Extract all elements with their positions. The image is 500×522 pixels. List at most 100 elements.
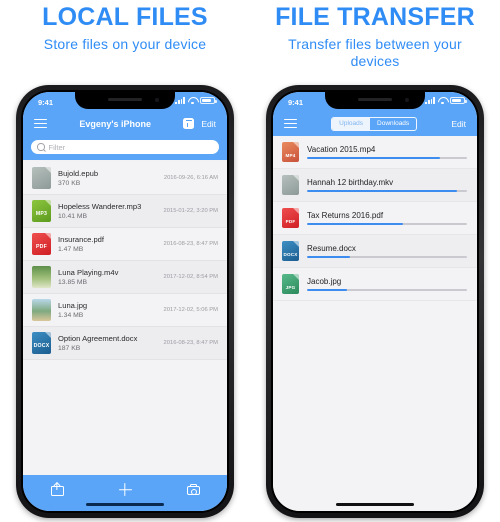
file-type-icon [32, 167, 51, 189]
search-input[interactable]: Filter [31, 140, 219, 154]
panel-subtitle-local-files: Store files on your device [43, 36, 207, 52]
camera-icon[interactable] [186, 483, 200, 496]
transfer-meta: Hannah 12 birthday.mkv [307, 178, 467, 192]
phone-bezel: 9:41 Uploads Downloads Edit MP4 Vacation… [271, 90, 479, 513]
wifi-icon [188, 97, 197, 104]
file-size: 13.85 MB [58, 278, 88, 286]
hamburger-menu-icon[interactable] [34, 118, 47, 129]
file-date: 2015-01-22, 3:20 PM [163, 208, 218, 214]
file-type-icon: JPG [282, 274, 299, 294]
signal-bars-icon [425, 97, 435, 104]
file-type-icon: PDF [32, 233, 51, 255]
file-size: 1.34 MB [58, 311, 84, 319]
file-type-icon: DOCX [32, 332, 51, 354]
file-name: Bujold.epub [58, 169, 99, 179]
tab-downloads[interactable]: Downloads [370, 118, 416, 130]
hamburger-menu-icon[interactable] [284, 118, 297, 129]
phone-bezel: 9:41 Evgeny's iPhone Edit Filter Bujold.… [21, 90, 229, 513]
tab-uploads[interactable]: Uploads [332, 117, 371, 130]
status-bar-time: 9:41 [38, 98, 54, 107]
progress-bar [307, 256, 467, 258]
file-date: 2017-12-02, 5:06 PM [163, 307, 218, 313]
earpiece-speaker [108, 98, 142, 101]
list-item[interactable]: DOCX Resume.docx [273, 235, 477, 268]
search-placeholder: Filter [48, 142, 66, 152]
status-bar-indicators [425, 97, 467, 104]
transfer-meta: Jacob.jpg [307, 277, 467, 291]
edit-button[interactable]: Edit [201, 119, 216, 129]
phone-screen-local-files: 9:41 Evgeny's iPhone Edit Filter Bujold.… [23, 92, 227, 511]
wifi-icon [438, 97, 447, 104]
file-list[interactable]: Bujold.epub 370 KB 2016-09-26, 6:16 AM M… [23, 162, 227, 475]
file-name: Option Agreement.docx [58, 334, 138, 344]
table-row[interactable]: PDF Insurance.pdf 1.47 MB 2016-08-23, 8:… [23, 228, 227, 261]
progress-bar [307, 223, 467, 225]
transfer-direction-segmented-control[interactable]: Uploads Downloads [331, 116, 418, 131]
front-camera-icon [155, 98, 159, 102]
list-item[interactable]: PDF Tax Returns 2016.pdf [273, 202, 477, 235]
table-row[interactable]: Bujold.epub 370 KB 2016-09-26, 6:16 AM [23, 162, 227, 195]
list-item[interactable]: MP4 Vacation 2015.mp4 [273, 136, 477, 169]
list-item[interactable]: JPG Jacob.jpg [273, 268, 477, 301]
table-row[interactable]: Luna.jpg 1.34 MB 2017-12-02, 5:06 PM [23, 294, 227, 327]
navigation-bar: Uploads Downloads Edit [273, 111, 477, 136]
search-icon [37, 143, 45, 151]
panel-subtitle-file-transfer: Transfer files between your devices [288, 36, 462, 69]
file-meta: Luna.jpg 1.34 MB [58, 301, 157, 319]
file-date: 2016-09-26, 6:16 AM [163, 175, 218, 181]
front-camera-icon [405, 98, 409, 102]
file-type-icon: MP4 [282, 142, 299, 162]
panel-local-files: LOCAL FILES Store files on your device 9… [0, 0, 250, 522]
signal-bars-icon [175, 97, 185, 104]
progress-bar [307, 190, 467, 192]
file-meta: Hopeless Wanderer.mp3 10.41 MB [58, 202, 157, 220]
file-type-icon: DOCX [282, 241, 299, 261]
navigation-bar: Evgeny's iPhone Edit [23, 111, 227, 136]
status-bar-indicators [175, 97, 217, 104]
file-size: 187 KB [58, 344, 81, 352]
file-size: 370 KB [58, 179, 81, 187]
plus-icon[interactable] [118, 483, 132, 496]
home-indicator [336, 503, 414, 506]
file-date: 2016-08-23, 8:47 PM [163, 340, 218, 346]
file-size: 10.41 MB [58, 212, 88, 220]
file-name: Insurance.pdf [58, 235, 105, 245]
earpiece-speaker [358, 98, 392, 101]
file-name: Luna Playing.m4v [58, 268, 119, 278]
file-type-icon [282, 175, 299, 195]
panel-title-file-transfer: FILE TRANSFER [275, 3, 475, 31]
table-row[interactable]: Luna Playing.m4v 13.85 MB 2017-12-02, 8:… [23, 261, 227, 294]
file-meta: Luna Playing.m4v 13.85 MB [58, 268, 157, 286]
app-store-screenshot-pair: LOCAL FILES Store files on your device 9… [0, 0, 500, 522]
table-row[interactable]: MP3 Hopeless Wanderer.mp3 10.41 MB 2015-… [23, 195, 227, 228]
edit-button[interactable]: Edit [451, 119, 466, 129]
page-title: Evgeny's iPhone [79, 118, 151, 129]
file-type-icon: MP3 [32, 200, 51, 222]
share-upload-icon[interactable] [50, 481, 64, 496]
file-name: Luna.jpg [58, 301, 88, 311]
file-name: Tax Returns 2016.pdf [307, 211, 384, 220]
file-meta: Insurance.pdf 1.47 MB [58, 235, 157, 253]
add-folder-icon[interactable] [183, 118, 195, 129]
nav-actions: Edit [183, 118, 216, 129]
file-meta: Option Agreement.docx 187 KB [58, 334, 157, 352]
file-name: Resume.docx [307, 244, 356, 253]
transfer-list[interactable]: MP4 Vacation 2015.mp4 Hannah 12 birthday… [273, 136, 477, 511]
battery-icon [450, 97, 467, 104]
progress-bar [307, 289, 467, 291]
file-name: Hannah 12 birthday.mkv [307, 178, 394, 187]
progress-bar [307, 157, 467, 159]
panel-file-transfer: FILE TRANSFER Transfer files between you… [250, 0, 500, 522]
transfer-meta: Tax Returns 2016.pdf [307, 211, 467, 225]
file-name: Jacob.jpg [307, 277, 342, 286]
file-date: 2016-08-23, 8:47 PM [163, 241, 218, 247]
battery-icon [200, 97, 217, 104]
panel-title-local-files: LOCAL FILES [42, 3, 208, 31]
transfer-meta: Vacation 2015.mp4 [307, 145, 467, 159]
notch [325, 92, 425, 109]
table-row[interactable]: DOCX Option Agreement.docx 187 KB 2016-0… [23, 327, 227, 360]
list-item[interactable]: Hannah 12 birthday.mkv [273, 169, 477, 202]
file-type-icon: PDF [282, 208, 299, 228]
file-name: Hopeless Wanderer.mp3 [58, 202, 142, 212]
phone-mockup-file-transfer: 9:41 Uploads Downloads Edit MP4 Vacation… [266, 85, 484, 518]
